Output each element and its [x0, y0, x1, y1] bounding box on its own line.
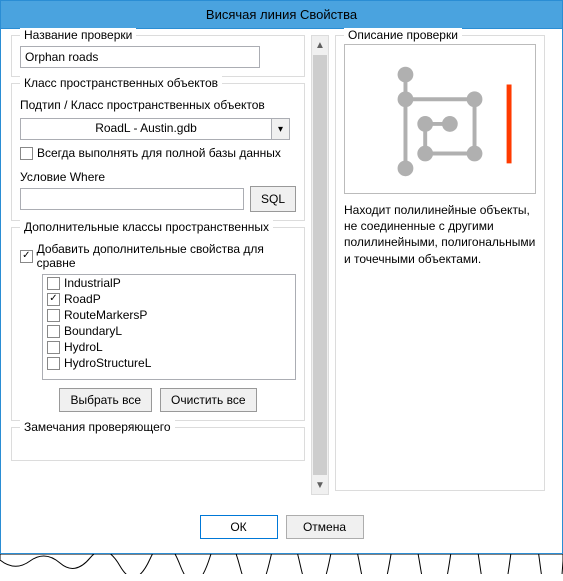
list-item[interactable]: IndustrialP	[43, 275, 295, 291]
select-all-button[interactable]: Выбрать все	[59, 388, 152, 412]
feature-class-label1: Класс пространственных объектов	[20, 76, 222, 90]
extra-classes-label: Дополнительные классы пространственных	[20, 220, 273, 234]
scroll-down-icon[interactable]: ▼	[312, 476, 328, 494]
sql-button[interactable]: SQL	[250, 186, 296, 212]
reviewer-notes-group: Замечания проверяющего	[11, 427, 305, 461]
list-item-label: HydroStructureL	[64, 356, 151, 370]
always-full-db-label: Всегда выполнять для полной базы данных	[37, 146, 281, 160]
add-extra-props-label: Добавить дополнительные свойства для сра…	[37, 242, 296, 270]
list-item-label: BoundaryL	[64, 324, 122, 338]
list-checkbox[interactable]	[47, 357, 60, 370]
right-panel: Описание проверки	[335, 35, 545, 497]
list-item-label: RouteMarkersP	[64, 308, 147, 322]
description-diagram	[344, 44, 536, 194]
list-item[interactable]: HydroStructureL	[43, 355, 295, 371]
extra-classes-group: Дополнительные классы пространственных ✓…	[11, 227, 305, 421]
always-full-db-checkbox[interactable]	[20, 147, 33, 160]
list-checkbox[interactable]	[47, 277, 60, 290]
window-title: Висячая линия Свойства	[206, 7, 357, 22]
list-item[interactable]: RouteMarkersP	[43, 307, 295, 323]
title-bar[interactable]: Висячая линия Свойства	[1, 1, 562, 29]
description-text: Находит полилинейные объекты, не соедине…	[344, 202, 536, 267]
list-item-label: IndustrialP	[64, 276, 121, 290]
list-item-label: HydroL	[64, 340, 103, 354]
list-item[interactable]: ✓ RoadP	[43, 291, 295, 307]
scroll-thumb[interactable]	[313, 55, 327, 475]
clear-all-button[interactable]: Очистить все	[160, 388, 256, 412]
where-label: Условие Where	[20, 170, 296, 184]
list-item-label: RoadP	[64, 292, 101, 306]
torn-edge-decoration	[0, 554, 563, 574]
check-name-label: Название проверки	[20, 28, 136, 42]
description-group: Описание проверки	[335, 35, 545, 491]
list-item[interactable]: BoundaryL	[43, 323, 295, 339]
list-checkbox[interactable]: ✓	[47, 293, 60, 306]
reviewer-notes-label: Замечания проверяющего	[20, 420, 175, 434]
cancel-button[interactable]: Отмена	[286, 515, 364, 539]
extra-classes-list[interactable]: IndustrialP ✓ RoadP RouteMarkersP Bounda…	[42, 274, 296, 380]
list-checkbox[interactable]	[47, 341, 60, 354]
left-panel: Название проверки Класс пространственных…	[11, 35, 305, 497]
check-name-group: Название проверки	[11, 35, 305, 77]
feature-class-label2: Подтип / Класс пространственных объектов	[20, 98, 296, 112]
add-extra-props-checkbox[interactable]: ✓	[20, 250, 33, 263]
dialog-window: Висячая линия Свойства Название проверки…	[0, 0, 563, 554]
ok-button[interactable]: ОК	[200, 515, 278, 539]
scroll-up-icon[interactable]: ▲	[312, 36, 328, 54]
check-name-input[interactable]	[20, 46, 260, 68]
chevron-down-icon[interactable]: ▾	[272, 118, 290, 140]
list-item[interactable]: HydroL	[43, 339, 295, 355]
feature-class-selected: RoadL - Austin.gdb	[20, 118, 272, 140]
list-checkbox[interactable]	[47, 325, 60, 338]
dialog-button-row: ОК Отмена	[1, 497, 562, 553]
list-checkbox[interactable]	[47, 309, 60, 322]
vertical-scrollbar[interactable]: ▲ ▼	[311, 35, 329, 495]
feature-class-group: Класс пространственных объектов Подтип /…	[11, 83, 305, 221]
feature-class-combo[interactable]: RoadL - Austin.gdb ▾	[20, 118, 290, 140]
description-label: Описание проверки	[344, 28, 462, 42]
where-input[interactable]	[20, 188, 244, 210]
